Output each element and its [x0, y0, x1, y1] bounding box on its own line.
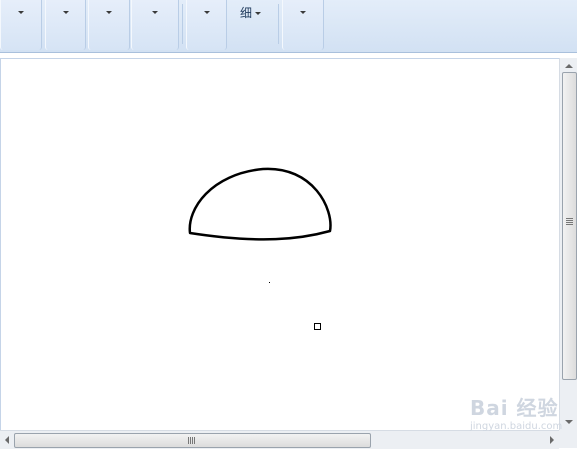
scrollbar-corner	[559, 430, 577, 448]
ribbon-group-1[interactable]	[0, 0, 42, 50]
selection-handle[interactable]	[314, 323, 321, 330]
chevron-down-icon	[18, 11, 24, 14]
ribbon-dropdown-2[interactable]	[46, 0, 85, 24]
drawing-canvas[interactable]	[0, 58, 560, 431]
ribbon-dropdown-1[interactable]	[1, 0, 41, 24]
vertical-scroll-thumb[interactable]	[562, 72, 577, 380]
vertical-scrollbar[interactable]	[559, 58, 577, 430]
chevron-down-icon	[255, 12, 262, 15]
ribbon-toolbar: 细	[0, 0, 577, 53]
chevron-down-icon	[300, 11, 306, 14]
ribbon-group-4[interactable]	[131, 0, 179, 50]
watermark-main: Bai 经验	[470, 396, 559, 420]
chevron-down-icon	[62, 11, 69, 14]
ribbon-group-7[interactable]	[282, 0, 324, 50]
semicircle-outline-shape[interactable]	[188, 167, 332, 241]
horizontal-scroll-thumb[interactable]	[14, 433, 371, 448]
scroll-right-icon[interactable]	[550, 436, 554, 444]
ribbon-dropdown-7[interactable]	[283, 0, 323, 24]
scroll-down-icon[interactable]	[565, 420, 573, 424]
watermark-sub: jingyan.baidu.com	[470, 421, 563, 432]
ribbon-dropdown-3[interactable]	[89, 0, 129, 24]
grip-icon	[566, 218, 573, 225]
baidu-watermark: Bai 经验 jingyan.baidu.com	[470, 392, 562, 432]
canvas-drawing	[188, 167, 332, 330]
scroll-left-icon[interactable]	[5, 436, 9, 444]
chevron-down-icon	[152, 11, 158, 14]
scroll-up-icon[interactable]	[565, 64, 573, 68]
ribbon-group-3[interactable]	[88, 0, 130, 50]
ribbon-group-5[interactable]	[186, 0, 227, 50]
horizontal-scrollbar[interactable]	[0, 430, 559, 449]
ribbon-detail-label: 细	[240, 6, 253, 20]
chevron-down-icon	[203, 11, 210, 14]
ribbon-separator	[182, 4, 183, 44]
ribbon-dropdown-5[interactable]	[187, 0, 226, 24]
ribbon-group-2[interactable]	[45, 0, 86, 50]
grip-icon	[188, 437, 195, 444]
dot-mark	[269, 282, 270, 283]
chevron-down-icon	[106, 11, 112, 14]
ribbon-detail-button[interactable]: 细	[240, 4, 262, 21]
ribbon-dropdown-4[interactable]	[132, 0, 178, 24]
ribbon-separator	[278, 4, 279, 44]
